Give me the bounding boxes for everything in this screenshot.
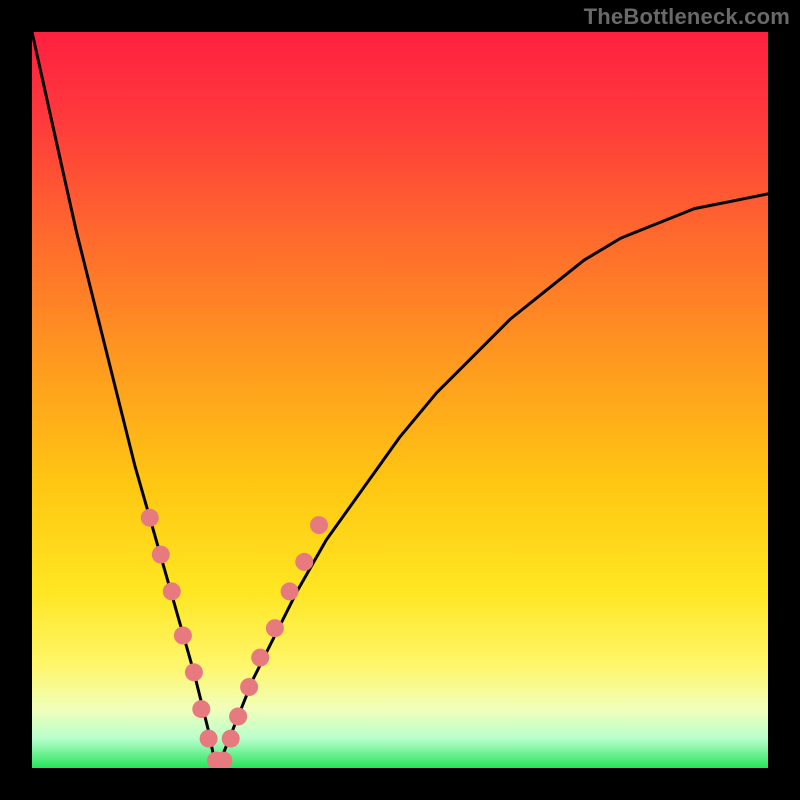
- data-marker: [295, 553, 313, 571]
- watermark-text: TheBottleneck.com: [584, 4, 790, 30]
- data-marker: [229, 708, 247, 726]
- data-marker: [222, 730, 240, 748]
- data-marker: [163, 582, 181, 600]
- data-marker: [240, 678, 258, 696]
- data-marker: [185, 663, 203, 681]
- data-marker: [266, 619, 284, 637]
- data-marker: [281, 582, 299, 600]
- data-marker: [200, 730, 218, 748]
- data-marker: [310, 516, 328, 534]
- data-marker: [152, 546, 170, 564]
- data-marker: [141, 509, 159, 527]
- data-marker: [192, 700, 210, 718]
- data-marker: [174, 627, 192, 645]
- data-marker: [251, 649, 269, 667]
